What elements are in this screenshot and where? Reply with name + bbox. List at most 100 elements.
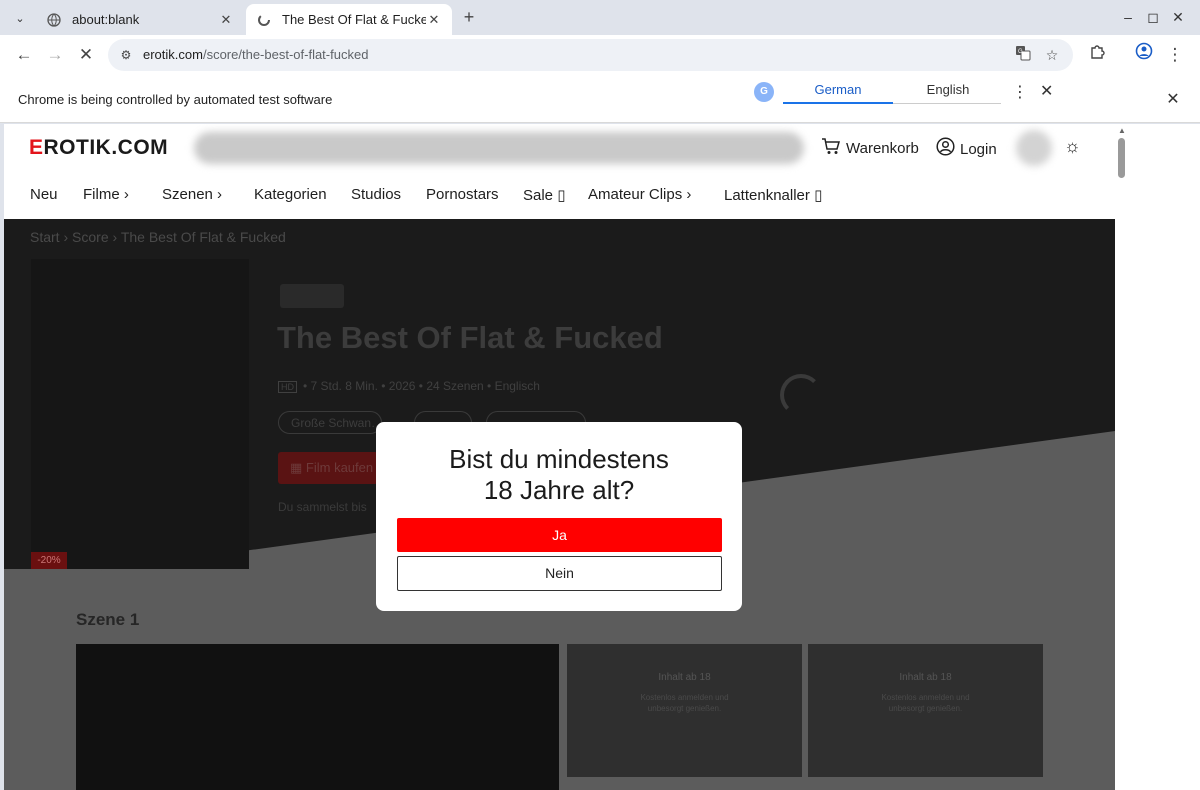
search-bar-blurred[interactable] [194, 132, 804, 164]
nav-item-sale[interactable]: Sale ▯ [523, 186, 565, 204]
loading-icon [256, 12, 272, 28]
url-text[interactable]: erotik.com/score/the-best-of-flat-fucked [143, 47, 368, 62]
browser-toolbar: ← → ✕ ⚙ erotik.com/score/the-best-of-fla… [0, 35, 1200, 76]
profile-icon[interactable] [1131, 42, 1157, 68]
missing-glyph-icon: ▯ [557, 187, 566, 204]
main-nav: Neu Filme › Szenen › Kategorien Studios … [4, 178, 1115, 218]
translate-close-icon[interactable]: ✕ [1040, 81, 1053, 101]
scroll-up-arrow-icon[interactable]: ▲ [1118, 126, 1126, 135]
locked-title: Inhalt ab 18 [899, 672, 952, 683]
age-no-button[interactable]: Nein [397, 556, 722, 591]
category-tag[interactable]: Große Schwan… [278, 411, 382, 434]
theme-toggle-sun-icon[interactable]: ☼ [1064, 136, 1081, 157]
film-icon: ▦ [290, 460, 303, 475]
url-path: /score/the-best-of-flat-fucked [202, 47, 369, 62]
age-question-line2: 18 Jahre alt? [483, 475, 635, 505]
chevron-right-icon: › [217, 186, 223, 203]
stop-loading-icon[interactable]: ✕ [73, 42, 99, 68]
buy-label: Film kaufen [305, 460, 374, 475]
breadcrumb-item[interactable]: Score [72, 229, 109, 245]
site-logo[interactable]: EROTIK.COM [29, 136, 168, 160]
discount-badge: -20% [31, 552, 67, 569]
flag-blurred[interactable] [1016, 130, 1052, 166]
tab-close-icon[interactable]: ✕ [426, 12, 442, 28]
tab-divider [893, 103, 1001, 104]
bookmark-star-icon[interactable]: ☆ [1042, 45, 1062, 65]
tab-strip: ⌄ about:blank ✕ The Best Of Flat & Fucke… [0, 0, 1200, 35]
address-bar[interactable]: ⚙ erotik.com/score/the-best-of-flat-fuck… [108, 39, 1073, 71]
movie-meta: HD • 7 Std. 8 Min. • 2026 • 24 Szenen • E… [278, 379, 540, 393]
tab-search-chevron-icon[interactable]: ⌄ [8, 6, 32, 30]
chevron-right-icon: › [63, 229, 73, 245]
page-viewport: EROTIK.COM Warenkorb Login ☼ Neu Filme ›… [4, 124, 1115, 790]
logo-prefix: E [29, 136, 44, 159]
translate-bubble: G German English ⋮ ✕ [742, 72, 1072, 112]
tab-close-icon[interactable]: ✕ [218, 12, 234, 28]
scene-thumb-locked[interactable]: Inhalt ab 18 Kostenlos anmelden und unbe… [567, 644, 802, 777]
nav-label: Amateur Clips [588, 186, 683, 203]
nav-item-filme[interactable]: Filme › [83, 186, 129, 203]
window-close-icon[interactable]: ✕ [1168, 8, 1188, 28]
extensions-puzzle-icon[interactable] [1084, 42, 1110, 68]
scene-thumb-locked[interactable]: Inhalt ab 18 Kostenlos anmelden und unbe… [808, 644, 1043, 777]
tab-title: about:blank [72, 12, 140, 27]
scroll-thumb[interactable] [1118, 138, 1125, 178]
nav-item-pornostars[interactable]: Pornostars [426, 186, 499, 203]
infobar-message: Chrome is being controlled by automated … [18, 92, 333, 107]
site-info-icon[interactable]: ⚙ [116, 45, 136, 65]
minimize-icon[interactable]: – [1118, 8, 1138, 28]
nav-item-amateur-clips[interactable]: Amateur Clips › [588, 186, 691, 203]
infobar-close-icon[interactable]: ✕ [1164, 89, 1182, 108]
translate-options-kebab-icon[interactable]: ⋮ [1012, 82, 1028, 102]
collect-points-text: Du sammelst bis [278, 500, 367, 514]
chevron-right-icon: › [123, 186, 129, 203]
chevron-right-icon: › [686, 186, 692, 203]
selected-tab-indicator [783, 102, 893, 104]
age-question-line1: Bist du mindestens [449, 444, 669, 474]
loading-spinner-icon [780, 374, 822, 416]
translate-source-tab[interactable]: German [783, 82, 893, 97]
translate-icon[interactable]: G [1013, 45, 1033, 65]
nav-label: Szenen [162, 186, 213, 203]
maximize-icon[interactable]: ◻ [1143, 8, 1163, 28]
user-icon [936, 137, 955, 161]
locked-subtitle: Kostenlos anmelden und unbesorgt genieße… [640, 693, 729, 713]
age-question: Bist du mindestens 18 Jahre alt? [376, 444, 742, 506]
scene-video[interactable] [76, 644, 559, 790]
studio-pill[interactable] [280, 284, 344, 308]
movie-cover[interactable] [31, 259, 249, 569]
cart-link[interactable]: Warenkorb [821, 137, 919, 160]
movie-title: The Best Of Flat & Fucked [277, 320, 663, 355]
back-arrow-icon[interactable]: ← [11, 42, 37, 68]
age-verification-modal: Bist du mindestens 18 Jahre alt? Ja Nein [376, 422, 742, 611]
tab-erotik-movie[interactable]: The Best Of Flat & Fucked ✕ [246, 4, 452, 35]
chevron-right-icon: › [112, 229, 121, 245]
google-translate-logo-icon: G [754, 82, 774, 102]
login-link[interactable]: Login [936, 137, 997, 161]
breadcrumb-item[interactable]: Start [30, 229, 60, 245]
menu-kebab-icon[interactable]: ⋮ [1162, 42, 1188, 68]
breadcrumb-item: The Best Of Flat & Fucked [120, 229, 286, 245]
tab-about-blank[interactable]: about:blank ✕ [36, 4, 244, 35]
nav-label: Filme [83, 186, 120, 203]
cart-label: Warenkorb [846, 140, 919, 157]
nav-item-studios[interactable]: Studios [351, 186, 401, 203]
forward-arrow-icon[interactable]: → [42, 42, 68, 68]
age-yes-button[interactable]: Ja [397, 518, 722, 552]
cart-icon [821, 137, 841, 160]
scrollbar[interactable] [1115, 124, 1130, 790]
nav-item-neu[interactable]: Neu [30, 186, 58, 203]
nav-item-kategorien[interactable]: Kategorien [254, 186, 327, 203]
login-label: Login [960, 140, 997, 158]
buy-film-button[interactable]: ▦ Film kaufen [278, 452, 378, 484]
missing-glyph-icon: ▯ [814, 187, 823, 204]
tab-title: The Best Of Flat & Fucked [282, 12, 426, 27]
translate-target-tab[interactable]: English [893, 82, 1003, 97]
locked-subtitle: Kostenlos anmelden und unbesorgt genieße… [881, 693, 970, 713]
url-domain: erotik.com [143, 47, 203, 62]
new-tab-button[interactable]: + [458, 7, 480, 29]
breadcrumb: Start › Score › The Best Of Flat & Fucke… [30, 229, 286, 245]
nav-item-szenen[interactable]: Szenen › [162, 186, 222, 203]
nav-label: Lattenknaller [724, 187, 810, 204]
nav-item-lattenknaller[interactable]: Lattenknaller ▯ [724, 186, 822, 204]
